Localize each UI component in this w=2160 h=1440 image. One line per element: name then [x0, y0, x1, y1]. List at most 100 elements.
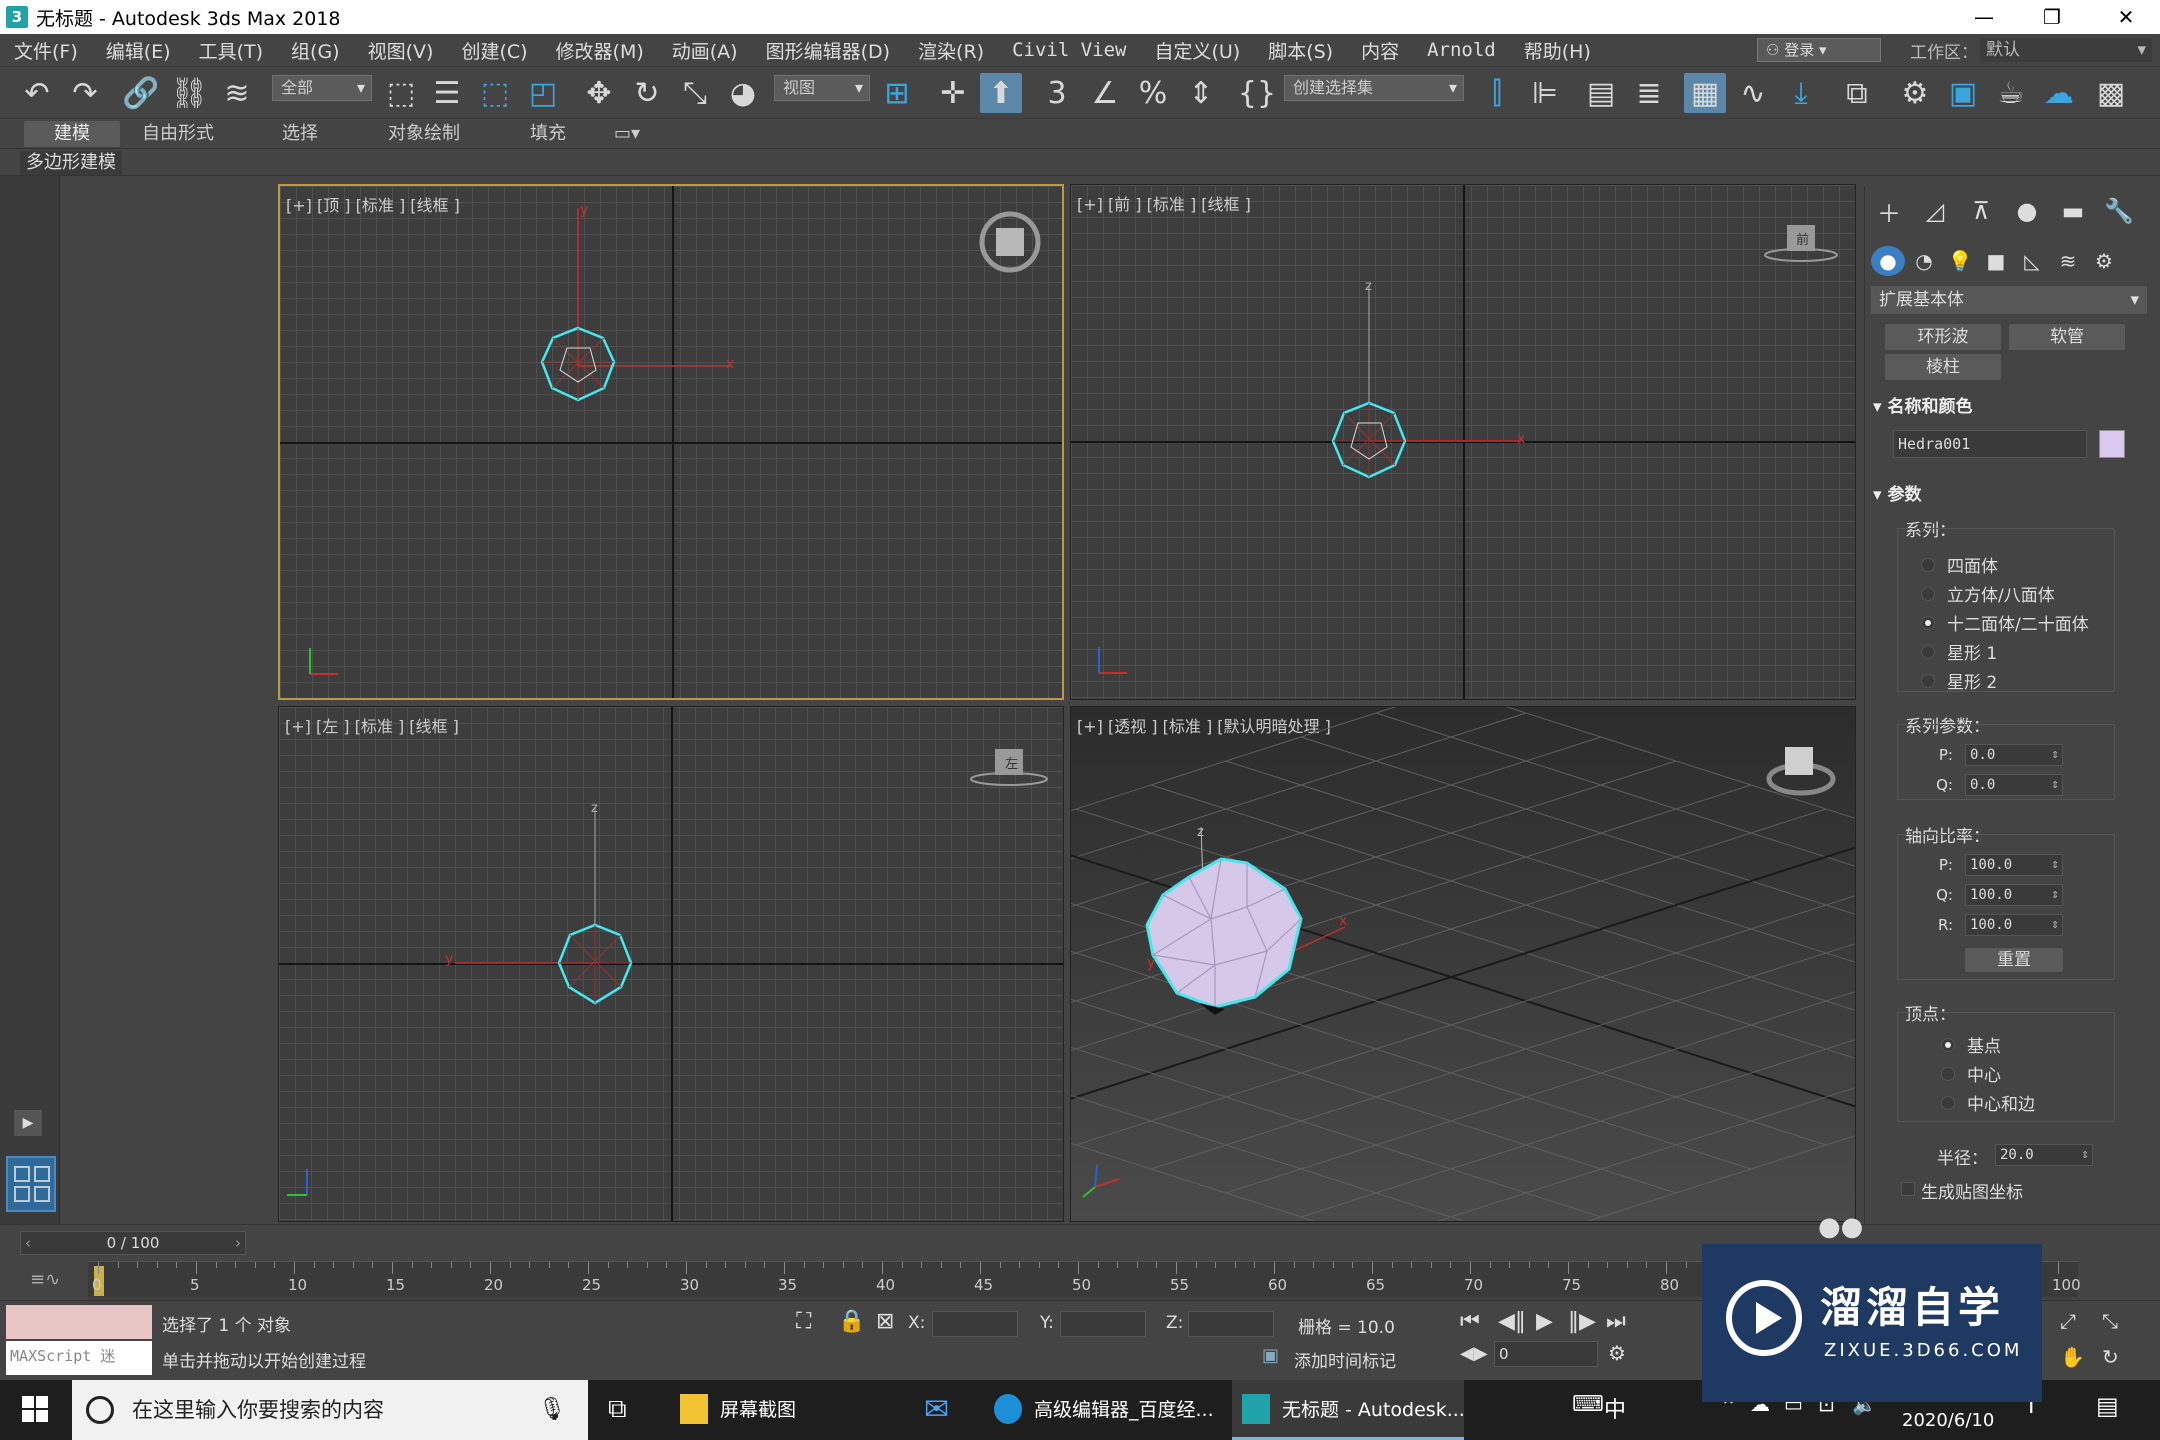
task-view-icon[interactable]: ⧉	[608, 1394, 627, 1425]
viewport-top[interactable]: [+] [顶 ] [标准 ] [线框 ] y x	[278, 184, 1064, 700]
viewport-perspective[interactable]: [+] [透视 ] [标准 ] [默认明暗处理 ] z x y	[1070, 706, 1856, 1222]
ref-coord-dropdown[interactable]: 视图	[774, 75, 870, 101]
minimize-icon[interactable]: —	[1952, 0, 2016, 34]
family-radio-3[interactable]	[1921, 645, 1935, 659]
family-radio-2[interactable]	[1921, 616, 1935, 630]
fp-p-spinner[interactable]: 0.0	[1965, 744, 2063, 766]
select-manipulate-icon[interactable]: ✛	[932, 73, 974, 113]
orbit-icon[interactable]: ↻	[2102, 1345, 2119, 1369]
menu-edit[interactable]: 编辑(E)	[92, 37, 185, 64]
align-icon[interactable]: ⊫	[1524, 73, 1566, 113]
render-iterative-icon[interactable]: ☁	[2038, 73, 2080, 113]
viewcube-front-label[interactable]: 前	[1796, 229, 1809, 248]
taskbar-search-input[interactable]: 在这里输入你要搜索的内容 🎙	[72, 1380, 588, 1440]
expand-arrow-icon[interactable]: ▶	[14, 1110, 42, 1136]
bind-space-warp-icon[interactable]: ≋	[216, 73, 258, 113]
select-by-name-icon[interactable]: ☰	[426, 73, 468, 113]
link-icon[interactable]: 🔗	[120, 73, 162, 113]
select-object-icon[interactable]: ⬚	[380, 73, 422, 113]
motion-tab-icon[interactable]: ●	[2007, 194, 2047, 228]
utilities-tab-icon[interactable]: 🔧	[2099, 194, 2139, 228]
menu-rendering[interactable]: 渲染(R)	[904, 37, 998, 64]
go-to-start-icon[interactable]: ⏮	[1460, 1309, 1480, 1334]
edit-named-selection-icon[interactable]: {}	[1236, 73, 1278, 113]
vertex-radio-0[interactable]	[1941, 1038, 1955, 1052]
menu-animation[interactable]: 动画(A)	[658, 37, 752, 64]
menu-help[interactable]: 帮助(H)	[1510, 37, 1605, 64]
maximize-icon[interactable]: ❐	[2020, 0, 2084, 34]
clock-date[interactable]: 2020/6/10	[1902, 1410, 1994, 1431]
schematic-view-icon[interactable]: ⧉	[1836, 73, 1878, 113]
menu-create[interactable]: 创建(C)	[447, 37, 541, 64]
go-to-end-icon[interactable]: ⏭	[1606, 1309, 1626, 1334]
hose-button[interactable]: 软管	[2009, 324, 2125, 350]
hierarchy-tab-icon[interactable]: ⊼	[1961, 194, 2001, 228]
tab-selection[interactable]: 选择	[268, 121, 332, 147]
vertex-radio-1[interactable]	[1941, 1067, 1955, 1081]
rotate-icon[interactable]: ↻	[626, 73, 668, 113]
systems-icon[interactable]: ⚙	[2087, 246, 2121, 276]
windows-start-icon[interactable]	[22, 1396, 50, 1424]
space-warps-icon[interactable]: ≋	[2051, 246, 2085, 276]
previous-frame-icon[interactable]: ◀‖	[1498, 1309, 1526, 1334]
shapes-icon[interactable]: ◔	[1907, 246, 1941, 276]
taskbar-app-screenshot[interactable]: 屏幕截图	[670, 1380, 894, 1440]
rendered-frame-window-icon[interactable]: ▣	[1942, 73, 1984, 113]
viewport-front[interactable]: [+] [前 ] [标准 ] [线框 ] 前 z x	[1070, 184, 1856, 700]
display-tab-icon[interactable]: ▬	[2053, 194, 2093, 228]
menu-file[interactable]: 文件(F)	[0, 37, 92, 64]
place-icon[interactable]: ◕	[722, 73, 764, 113]
maxscript-mini-input[interactable]: MAXScript 迷	[6, 1341, 152, 1375]
zoom-all-icon[interactable]: ⤡	[2102, 1309, 2118, 1333]
reset-button[interactable]: 重置	[1965, 948, 2063, 972]
scene-explorer-icon[interactable]: ▤	[1580, 73, 1622, 113]
menu-content[interactable]: 内容	[1347, 37, 1413, 64]
taskbar-app-edge[interactable]: 高级编辑器_百度经...	[984, 1380, 1220, 1440]
isolate-selection-icon[interactable]: ⛶	[796, 1309, 811, 1334]
absolute-mode-icon[interactable]: ⊠	[876, 1309, 894, 1334]
scale-icon[interactable]: ⤡	[674, 73, 716, 113]
menu-arnold[interactable]: Arnold	[1413, 39, 1510, 61]
lights-icon[interactable]: 💡	[1943, 246, 1977, 276]
next-frame-icon[interactable]: ‖▶	[1568, 1309, 1596, 1334]
object-color-swatch[interactable]	[2099, 430, 2125, 458]
render-setup-icon[interactable]: ⚙	[1894, 73, 1936, 113]
geometry-icon[interactable]: ●	[1871, 246, 1905, 276]
x-coordinate-field[interactable]	[932, 1311, 1018, 1337]
tab-object-paint[interactable]: 对象绘制	[374, 121, 474, 147]
tab-freeform[interactable]: 自由形式	[128, 121, 228, 147]
rollout-parameters[interactable]: ▾ 参数	[1873, 480, 1921, 505]
keyboard-icon[interactable]: ⌨	[1572, 1392, 1604, 1417]
category-dropdown[interactable]: 扩展基本体	[1871, 286, 2147, 314]
time-tag-icon[interactable]: ▣	[1262, 1345, 1279, 1366]
named-selection-dropdown[interactable]: 创建选择集	[1284, 75, 1464, 101]
ime-indicator[interactable]: 中	[1604, 1392, 1626, 1424]
add-time-tag[interactable]: 添加时间标记	[1294, 1347, 1396, 1372]
close-icon[interactable]: ✕	[2094, 0, 2158, 34]
rect-selection-icon[interactable]: ⬚	[474, 73, 516, 113]
vertex-radio-2[interactable]	[1941, 1096, 1955, 1110]
curve-editor-icon[interactable]: ∿	[1732, 73, 1774, 113]
family-radio-1[interactable]	[1921, 587, 1935, 601]
tab-modeling[interactable]: 建模	[24, 121, 120, 147]
maxscript-listener[interactable]	[6, 1305, 152, 1339]
ax-p-spinner[interactable]: 100.0	[1965, 854, 2063, 876]
viewcube-left-label[interactable]: 左	[1005, 753, 1018, 772]
menu-group[interactable]: 组(G)	[277, 37, 354, 64]
notification-icon[interactable]: ▤	[2096, 1392, 2119, 1420]
object-name-field[interactable]: Hedra001	[1893, 430, 2087, 458]
modify-tab-icon[interactable]: ◿	[1915, 194, 1955, 228]
mirror-icon[interactable]: ⫿	[1476, 73, 1518, 113]
fp-q-spinner[interactable]: 0.0	[1965, 774, 2063, 796]
window-crossing-icon[interactable]: ◰	[522, 73, 564, 113]
layer-explorer-icon[interactable]: ≣	[1628, 73, 1670, 113]
tab-populate[interactable]: 填充	[516, 121, 580, 147]
workspace-dropdown[interactable]: 默认 ▾	[1980, 38, 2152, 62]
pivot-center-icon[interactable]: ⊞	[876, 73, 918, 113]
family-radio-0[interactable]	[1921, 558, 1935, 572]
selection-filter-dropdown[interactable]: 全部	[272, 75, 372, 101]
curve-editor-mini-icon[interactable]: ≡∿	[30, 1269, 60, 1290]
menu-civil-view[interactable]: Civil View	[998, 39, 1140, 61]
y-coordinate-field[interactable]	[1060, 1311, 1146, 1337]
taskbar-app-3dsmax[interactable]: 无标题 - Autodesk...	[1232, 1380, 1465, 1440]
